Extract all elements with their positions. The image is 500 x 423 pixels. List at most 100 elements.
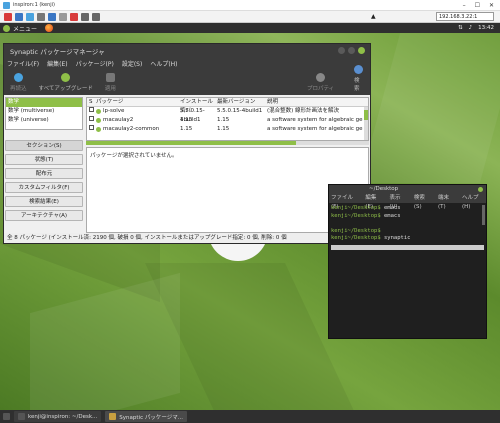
search-label: 検索 (354, 78, 360, 92)
detail-text: パッケージが選択されていません。 (90, 153, 178, 159)
properties-label: プロパティ (307, 86, 335, 92)
clock[interactable]: 13:42 (478, 25, 494, 31)
ctrl-alt-del-icon[interactable] (92, 12, 100, 21)
terminal-menu-item[interactable]: 編集(E) (365, 194, 383, 210)
vertical-scrollbar[interactable] (364, 107, 368, 140)
section-item[interactable]: 数学 (universe) (6, 116, 82, 125)
maximize-icon[interactable]: ☐ (475, 2, 480, 9)
terminal-menu-item[interactable]: 表示(V) (390, 194, 408, 210)
checkbox[interactable] (89, 107, 94, 112)
fullscreen-icon[interactable] (26, 12, 34, 21)
package-name: macaulay2 (103, 117, 134, 123)
col-description[interactable]: 説明 (267, 98, 368, 106)
vnc-logo-icon (3, 1, 10, 9)
installed-status-icon (96, 118, 101, 123)
checkbox[interactable] (89, 116, 94, 121)
section-list: 数学 数学 (multiverse) 数学 (universe) (5, 97, 83, 130)
address-field[interactable]: 192.168.3.22:1 (436, 12, 494, 21)
installed-version: 5.5.0.15-4build1 (180, 108, 205, 123)
terminal-line: kenji~/Desktop$ emacs (331, 212, 401, 219)
upgrade-icon (61, 73, 71, 82)
display-icon[interactable] (15, 12, 23, 21)
package-detail-pane: パッケージが選択されていません。 (86, 147, 369, 233)
table-row[interactable]: macaulay2-common 1.15 1.15 a software sy… (87, 125, 368, 134)
taskbar-item-synaptic[interactable]: Synaptic パッケージマ... (105, 411, 187, 422)
settings-icon[interactable] (37, 12, 45, 21)
terminal-menu-item[interactable]: 検索(S) (414, 194, 432, 210)
col-installed[interactable]: インストール済バ (180, 98, 217, 114)
description: (混合整数) 線形計画法を解決 (267, 108, 340, 114)
terminal-menu-item[interactable]: 端末(T) (438, 194, 456, 210)
keyboard-icon[interactable] (81, 12, 89, 21)
search-button[interactable]: 検索 (354, 65, 363, 92)
stop-icon[interactable] (70, 12, 78, 21)
menu-edit[interactable]: 編集(E) (47, 59, 67, 68)
refresh-icon[interactable] (48, 12, 56, 21)
table-row[interactable]: lp-solve 5.5.0.15-4build1 5.5.0.15-4buil… (87, 107, 368, 123)
menu-package[interactable]: パッケージ(P) (76, 59, 114, 68)
terminal-menu-item[interactable]: ヘルプ(H) (462, 194, 486, 210)
apply-icon (105, 73, 115, 82)
installed-version: 1.15 (180, 117, 193, 123)
description: a software system for algebraic ge (267, 126, 363, 132)
col-package[interactable]: パッケージ (96, 98, 180, 106)
sections-button[interactable]: セクション(S) (5, 140, 83, 151)
viewer-title: inspiron:1 (kenji) (13, 2, 55, 8)
search-results-button[interactable]: 検索結果(E) (5, 196, 83, 207)
menu-help[interactable]: ヘルプ(H) (150, 59, 177, 68)
col-latest[interactable]: 最新バージョン (217, 98, 267, 106)
properties-button[interactable]: プロパティ (307, 73, 334, 92)
top-panel: メニュー ⇅ ♪ 13:42 (0, 23, 500, 33)
checkbox[interactable] (89, 125, 94, 130)
network-icon[interactable]: ⇅ (458, 25, 463, 31)
synaptic-title-bar[interactable]: Synaptic パッケージマネージャ (4, 44, 370, 57)
terminal-cursor (331, 244, 484, 250)
show-desktop-button[interactable] (3, 411, 10, 422)
mark-all-label: すべてアップグレード (38, 86, 93, 92)
horizontal-scrollbar[interactable] (86, 141, 369, 145)
col-status[interactable]: S (87, 98, 96, 106)
architecture-button[interactable]: アーキテクチャ(A) (5, 210, 83, 221)
disconnect-icon[interactable] (4, 12, 12, 21)
terminal-menu-item[interactable]: ファイル(F) (331, 194, 359, 210)
taskbar-item-label: kenji@inspiron: ~/Desk... (28, 413, 98, 420)
close-icon[interactable]: ✕ (489, 2, 494, 9)
minimize-button[interactable] (338, 47, 345, 54)
terminal-title-bar[interactable]: ~/Desktop (329, 185, 486, 194)
table-row[interactable]: macaulay2 1.15 1.15 a software system fo… (87, 116, 368, 125)
origin-button[interactable]: 配布元 (5, 168, 83, 179)
description: a software system for algebraic ge (267, 117, 363, 123)
section-item[interactable]: 数学 (6, 98, 82, 107)
terminal-scrollbar[interactable] (482, 205, 485, 225)
custom-filters-button[interactable]: カスタムフィルタ(F) (5, 182, 83, 193)
menu-button[interactable]: メニュー (13, 24, 37, 33)
window-title: Synaptic パッケージマネージャ (10, 47, 105, 56)
menu-file[interactable]: ファイル(F) (7, 59, 39, 68)
apply-button[interactable]: 適用 (105, 73, 116, 92)
desktop-icon (3, 413, 10, 420)
taskbar-item-terminal[interactable]: kenji@inspiron: ~/Desk... (14, 411, 102, 422)
reload-button[interactable]: 再読込 (10, 73, 27, 92)
volume-icon[interactable]: ♪ (469, 25, 473, 31)
close-button[interactable] (358, 47, 365, 54)
reload-icon (13, 73, 23, 82)
section-item[interactable]: 数学 (multiverse) (6, 107, 82, 116)
transfer-icon[interactable] (59, 12, 67, 21)
terminal-close-button[interactable] (478, 187, 483, 192)
installed-version: 1.15 (180, 126, 193, 132)
package-table: S パッケージ インストール済バ 最新バージョン 説明 lp-solve 5.5… (86, 97, 369, 141)
status-button[interactable]: 状態(T) (5, 154, 83, 165)
firefox-icon[interactable] (45, 24, 54, 32)
synaptic-body: 数学 数学 (multiverse) 数学 (universe) セクション(S… (4, 96, 370, 233)
terminal-icon (18, 413, 25, 420)
maximize-button[interactable] (348, 47, 355, 54)
terminal-line: kenji~/Desktop$ (331, 227, 381, 234)
mark-all-upgrades-button[interactable]: すべてアップグレード (39, 73, 93, 92)
menu-settings[interactable]: 設定(S) (122, 59, 143, 68)
gear-icon (316, 73, 326, 82)
mint-logo-icon[interactable] (3, 24, 10, 32)
minimize-icon[interactable]: – (463, 2, 466, 9)
viewer-title-bar: inspiron:1 (kenji) – ☐ ✕ (0, 0, 500, 11)
toolbar: 再読込 すべてアップグレード 適用 プロパティ 検索 (4, 65, 370, 95)
